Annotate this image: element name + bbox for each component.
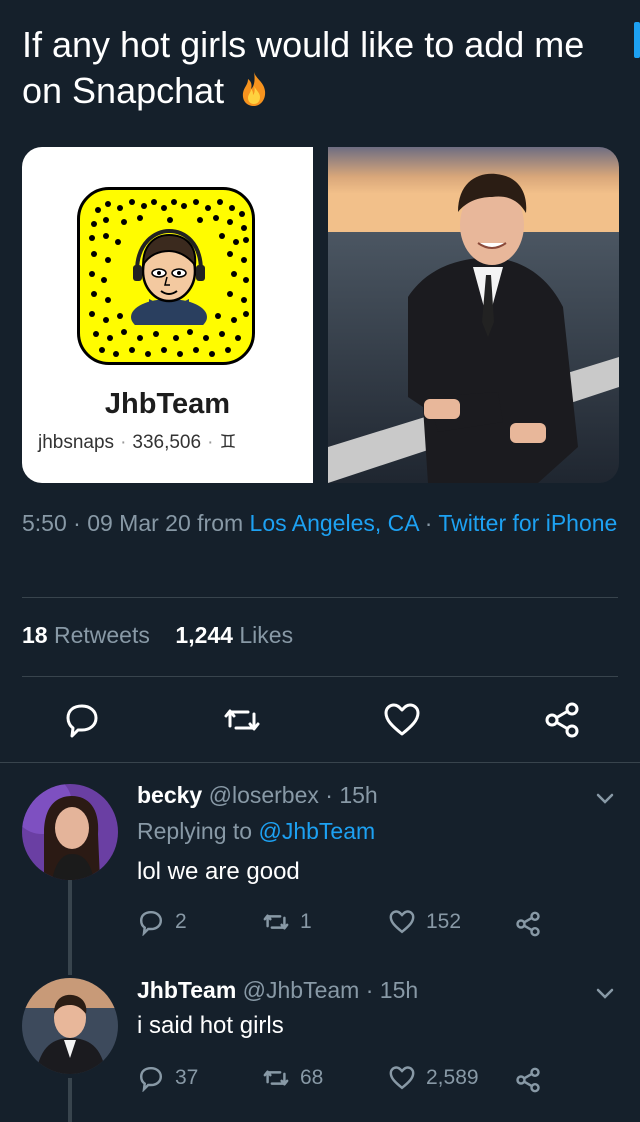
- reply-author-name[interactable]: JhbTeam: [137, 977, 236, 1003]
- share-icon[interactable]: [514, 910, 542, 938]
- like-count: 2,589: [426, 1066, 479, 1089]
- likes-stat[interactable]: 1,244 Likes: [175, 622, 293, 648]
- retweet-icon: [263, 914, 289, 930]
- thread-line: [68, 1078, 72, 1122]
- reply-header: JhbTeam @JhbTeam · 15h: [137, 977, 418, 1004]
- reply-count: 37: [175, 1066, 199, 1089]
- retweet-icon[interactable]: [222, 700, 262, 740]
- reply-author-name[interactable]: becky: [137, 782, 202, 808]
- reply-handle[interactable]: @JhbTeam · 15h: [243, 977, 419, 1003]
- tweet-body: If any hot girls would like to add me on…: [22, 24, 585, 111]
- zodiac-icon: ♊: [219, 432, 237, 453]
- snap-score: 336,506: [132, 432, 202, 453]
- client-link[interactable]: Twitter for iPhone: [438, 510, 617, 536]
- retweet-button[interactable]: 68: [262, 1064, 323, 1092]
- reply-button[interactable]: 2: [137, 908, 187, 936]
- reply-text: i said hot girls: [137, 1012, 284, 1039]
- reply-icon: [139, 1066, 163, 1092]
- tweet-timestamp: 5:50 · 09 Mar 20 from: [22, 510, 250, 536]
- meta-separator: ·: [418, 510, 439, 536]
- thread-line: [68, 880, 72, 975]
- retweet-count: 68: [300, 1066, 324, 1089]
- retweet-button[interactable]: 1: [262, 908, 312, 936]
- location-link[interactable]: Los Angeles, CA: [250, 510, 419, 536]
- like-icon: [389, 910, 415, 934]
- chevron-down-icon[interactable]: [592, 785, 618, 811]
- likes-count: 1,244: [175, 622, 233, 648]
- tweet-text: If any hot girls would like to add me on…: [22, 22, 612, 114]
- reply-text: lol we are good: [137, 858, 300, 885]
- like-count: 152: [426, 910, 462, 933]
- likes-label: Likes: [239, 622, 294, 648]
- retweets-label: Retweets: [53, 622, 150, 648]
- replying-to-handle[interactable]: @JhbTeam: [258, 818, 375, 844]
- chevron-down-icon[interactable]: [592, 980, 618, 1006]
- scroll-indicator[interactable]: [634, 22, 640, 58]
- divider: [22, 676, 618, 677]
- avatar-becky[interactable]: [22, 784, 118, 880]
- snapchat-card[interactable]: JhbTeam jhbsnaps · 336,506 · ♊: [22, 147, 313, 483]
- retweets-stat[interactable]: 18 Retweets: [22, 622, 150, 648]
- profile-photo[interactable]: [328, 147, 619, 483]
- like-icon: [389, 1066, 415, 1090]
- reply-header: becky @loserbex · 15h: [137, 782, 378, 809]
- snap-meta: jhbsnaps · 336,506 · ♊: [38, 432, 237, 453]
- snapcode: [77, 187, 255, 365]
- reply-button[interactable]: 37: [137, 1064, 198, 1092]
- tweet-meta: 5:50 · 09 Mar 20 from Los Angeles, CA · …: [22, 506, 622, 541]
- like-icon[interactable]: [382, 700, 422, 740]
- retweets-count: 18: [22, 622, 48, 648]
- replying-to: Replying to @JhbTeam: [137, 818, 375, 845]
- bitmoji-avatar-icon: [131, 228, 207, 325]
- share-icon[interactable]: [514, 1066, 542, 1094]
- tweet-media[interactable]: JhbTeam jhbsnaps · 336,506 · ♊: [22, 147, 619, 483]
- like-button[interactable]: 2,589: [388, 1064, 479, 1092]
- retweet-icon: [263, 1070, 289, 1086]
- snap-display-name: JhbTeam: [104, 388, 231, 420]
- reply-handle[interactable]: @loserbex · 15h: [209, 782, 378, 808]
- share-icon[interactable]: [542, 700, 582, 740]
- avatar-jhbteam[interactable]: [22, 978, 118, 1074]
- divider: [0, 762, 640, 763]
- snap-username: jhbsnaps: [38, 432, 115, 453]
- retweet-count: 1: [300, 910, 312, 933]
- divider: [22, 597, 618, 598]
- reply-icon[interactable]: [62, 700, 102, 740]
- tweet-stats: 18 Retweets 1,244 Likes: [22, 622, 293, 649]
- fire-emoji-icon: [243, 72, 266, 106]
- like-button[interactable]: 152: [388, 908, 461, 936]
- replying-prefix: Replying to: [137, 818, 259, 844]
- reply-count: 2: [175, 910, 187, 933]
- reply-icon: [139, 910, 163, 936]
